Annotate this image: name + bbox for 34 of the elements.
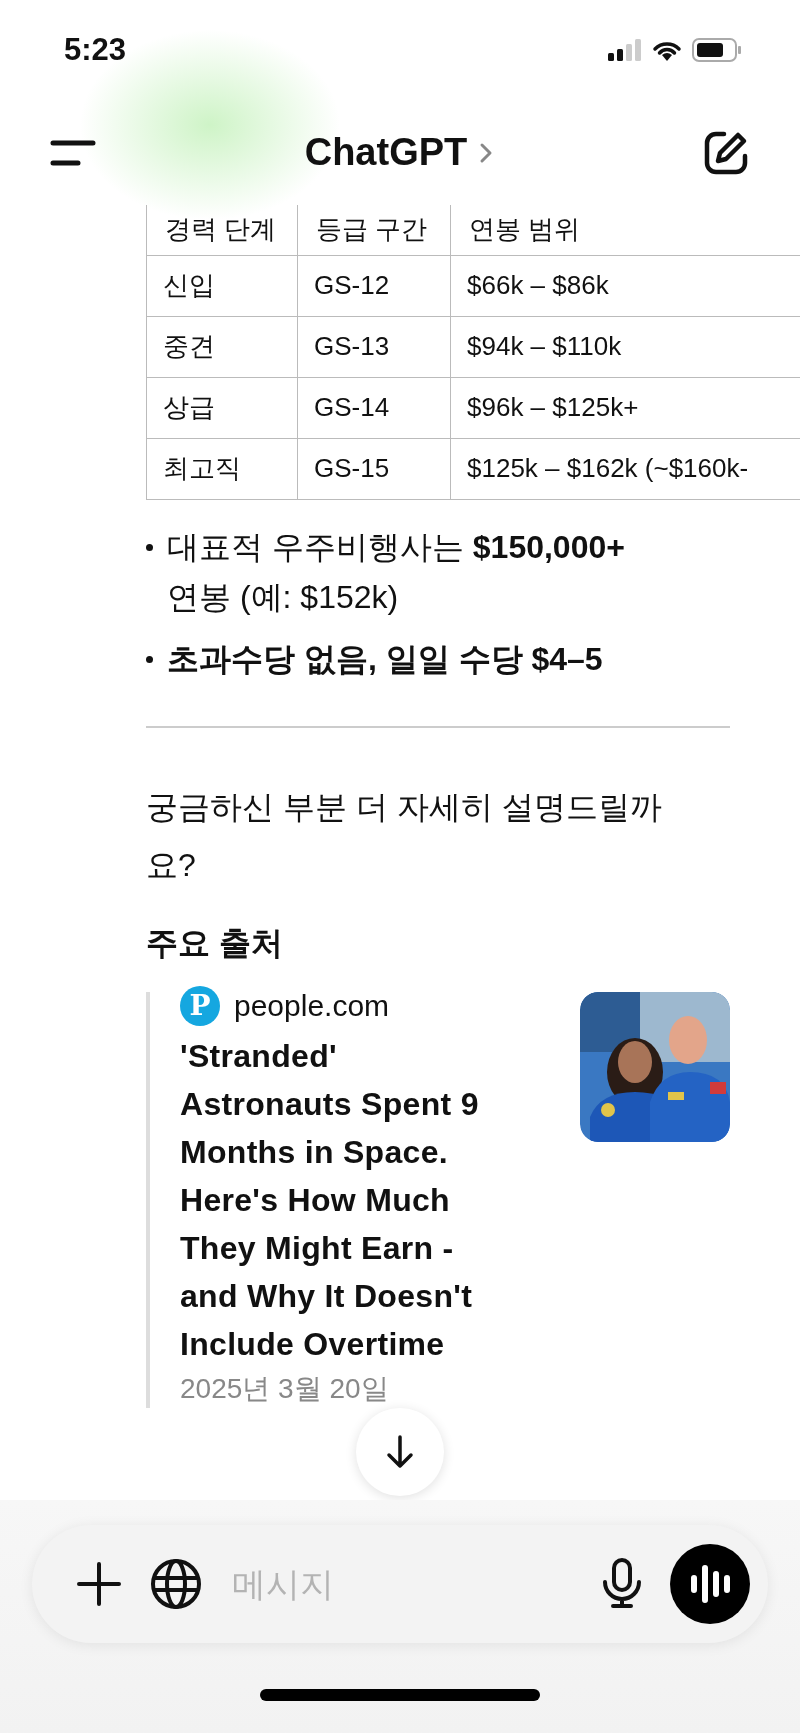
status-time: 5:23 xyxy=(64,32,127,68)
wifi-icon xyxy=(652,39,682,61)
bullet-icon xyxy=(146,543,153,551)
globe-icon[interactable] xyxy=(150,1558,202,1610)
article-title[interactable]: 'Stranded' Astronauts Spent 9 Months in Space. Here's How Much They Might Earn - and Why It Doesn't Include Overtime xyxy=(180,1031,500,1368)
site-logo: P xyxy=(180,985,220,1026)
column-header: 등급 구간 xyxy=(297,205,451,255)
source-card[interactable]: P people.com 'Stranded' Astronauts Spent 9 Months in Space. Here's How Much They Might Earn - and Why It Doesn't Include Overtime 2025년 3월 20일 xyxy=(146,991,730,1408)
follow-up-question: 궁금하신 부분 더 자세히 설명드릴까요? xyxy=(146,787,663,885)
battery-icon xyxy=(692,38,742,62)
sources-heading: 주요 출처 xyxy=(146,923,284,963)
table-cell: GS-12 xyxy=(297,255,451,316)
microphone-icon[interactable] xyxy=(602,1558,642,1610)
bullet-text: 대표적 우주비행사는 $150,000+ 연봉 (예: $152k) xyxy=(167,527,626,617)
table-cell: 중견 xyxy=(146,316,298,377)
chat-title[interactable]: ChatGPT xyxy=(304,131,468,174)
table-cell: 상급 xyxy=(146,377,298,438)
bullet-icon xyxy=(146,655,153,663)
signal-icon xyxy=(608,39,642,61)
table-cell: 신입 xyxy=(146,255,298,316)
table-cell: GS-15 xyxy=(297,438,451,499)
chevron-icon[interactable] xyxy=(479,141,494,164)
waveform-icon xyxy=(688,1564,732,1604)
table-cell: 최고직 xyxy=(146,438,298,499)
table-cell: GS-13 xyxy=(297,316,451,377)
site-name: people.com xyxy=(234,988,390,1023)
column-header: 경력 단계 xyxy=(146,205,298,255)
down-arrow-icon xyxy=(385,1434,415,1470)
table-cell: GS-14 xyxy=(297,377,451,438)
menu-icon[interactable] xyxy=(50,139,96,166)
article-date: 2025년 3월 20일 xyxy=(180,1371,390,1406)
bullet-text: 초과수당 없음, 일일 수당 $4–5 xyxy=(167,639,603,679)
plus-icon[interactable] xyxy=(76,1561,122,1607)
message-field[interactable]: 메시지 xyxy=(230,1563,574,1605)
